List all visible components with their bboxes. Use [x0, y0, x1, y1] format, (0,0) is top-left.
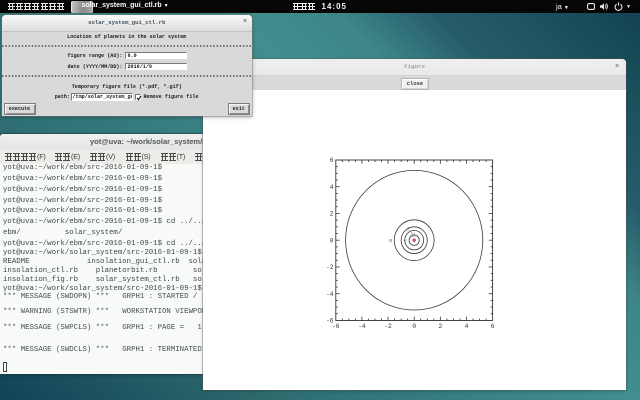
svg-text:2: 2 — [438, 323, 442, 330]
svg-text:6: 6 — [491, 323, 495, 330]
svg-text:-4: -4 — [358, 323, 366, 330]
svg-text:0: 0 — [330, 237, 334, 244]
svg-text:M: M — [389, 238, 392, 245]
svg-text:-4: -4 — [326, 291, 334, 298]
svg-text:6: 6 — [330, 157, 334, 164]
svg-text:-6: -6 — [326, 318, 334, 325]
svg-text:4: 4 — [330, 184, 334, 191]
svg-text:2: 2 — [330, 211, 334, 218]
svg-text:0: 0 — [412, 323, 416, 330]
svg-text:V: V — [404, 238, 408, 245]
svg-text:-2: -2 — [384, 323, 392, 330]
svg-text:4: 4 — [465, 323, 469, 330]
svg-text:-2: -2 — [326, 264, 334, 271]
